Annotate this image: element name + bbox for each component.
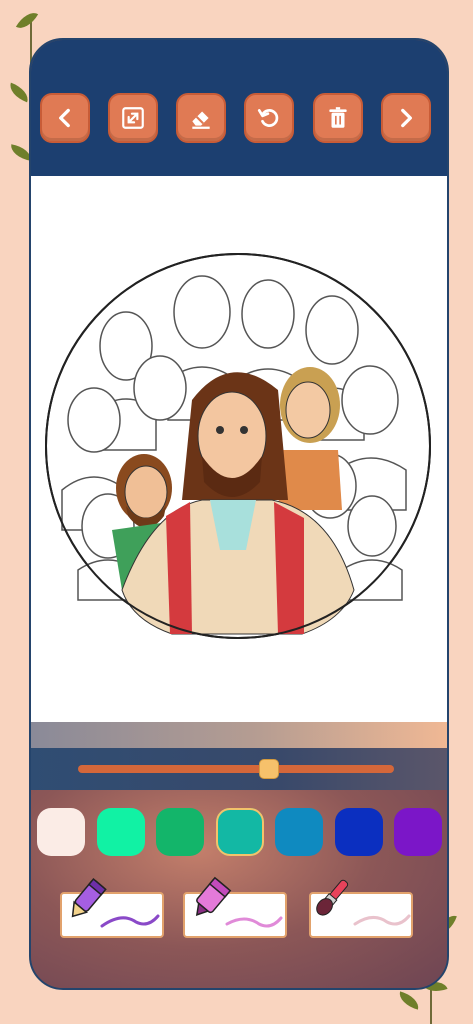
leaf-icon — [396, 991, 422, 1010]
marker-tool[interactable] — [183, 876, 287, 938]
leaf-icon — [6, 82, 32, 103]
chevron-right-icon — [401, 108, 412, 128]
pencil-icon — [71, 878, 160, 928]
brush-tool[interactable] — [309, 879, 413, 938]
color-swatch[interactable] — [96, 808, 145, 856]
marker-icon — [195, 876, 283, 928]
color-swatch[interactable] — [37, 808, 85, 856]
brush-size-bar — [31, 748, 447, 790]
resize-button[interactable] — [108, 93, 158, 143]
undo-button[interactable] — [244, 93, 294, 143]
color-swatch[interactable] — [394, 808, 442, 856]
back-button[interactable] — [40, 93, 90, 143]
color-swatch[interactable] — [334, 808, 383, 856]
delete-button[interactable] — [313, 93, 363, 143]
color-swatch[interactable] — [275, 808, 323, 856]
forward-button[interactable] — [381, 93, 431, 143]
eraser-button[interactable] — [176, 93, 226, 143]
brush-size-slider-track[interactable] — [78, 765, 394, 773]
color-swatch[interactable] — [156, 808, 204, 856]
trash-icon — [329, 107, 347, 128]
brush-size-slider-thumb[interactable] — [258, 759, 279, 779]
undo-icon — [257, 109, 279, 127]
toolbar — [31, 40, 447, 176]
app-frame — [29, 38, 449, 990]
paintbrush-icon — [316, 879, 411, 926]
color-swatch[interactable] — [215, 808, 264, 856]
coloring-artwork[interactable] — [42, 250, 436, 642]
canvas-shadow-strip — [31, 722, 447, 748]
eraser-icon — [192, 111, 210, 129]
leaf-icon — [15, 7, 39, 34]
color-tool-panel — [31, 790, 447, 988]
resize-icon — [122, 107, 144, 129]
chevron-left-icon — [59, 108, 70, 128]
pencil-tool[interactable] — [60, 878, 164, 938]
drawing-canvas[interactable] — [31, 176, 447, 722]
